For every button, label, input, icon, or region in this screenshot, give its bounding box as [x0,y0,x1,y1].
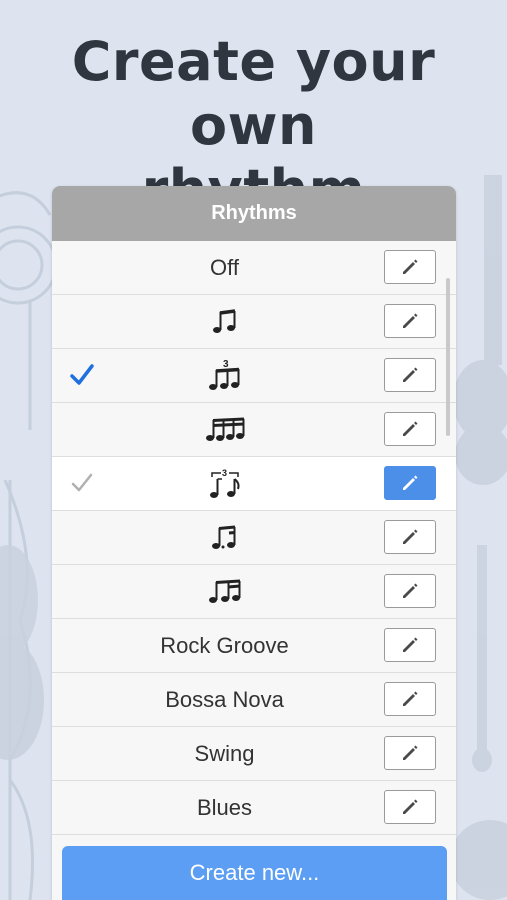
edit-button[interactable] [384,574,436,608]
edit-button[interactable] [384,412,436,446]
rhythm-row-triplet[interactable]: 3 [52,349,456,403]
pencil-icon [403,745,418,760]
rhythm-row-dotted[interactable] [52,511,456,565]
edit-button[interactable] [384,250,436,284]
rhythm-row-rock-groove[interactable]: Rock Groove [52,619,456,673]
rhythm-row-swing-triplet[interactable]: 3 [52,457,456,511]
svg-text:3: 3 [222,468,227,478]
sixteenths-icon [205,417,244,441]
pencil-icon [403,475,418,490]
edit-button[interactable] [384,736,436,770]
rhythm-row-off[interactable]: Off [52,241,456,295]
eighth-two-sixteenths-icon [208,579,240,603]
rhythm-row-swing[interactable]: Swing [52,727,456,781]
edit-button-active[interactable] [384,466,436,500]
edit-button[interactable] [384,358,436,392]
triplet-number: 3 [223,359,229,370]
swing-triplet-icon: 3 [209,468,240,498]
headline-line-1: Create your own [71,30,436,157]
eighth-pair-icon [212,308,235,333]
pencil-icon [403,259,418,274]
pencil-icon [403,421,418,436]
rhythm-row-sixteenths[interactable] [52,403,456,457]
dotted-eighth-sixteenth-icon [211,525,235,549]
rhythm-label: Rock Groove [160,632,289,658]
rhythm-label: Swing [194,740,255,766]
rhythm-label: Off [210,254,239,280]
edit-button[interactable] [384,682,436,716]
rhythm-row-eighth-pair[interactable] [52,295,456,349]
create-new-button[interactable]: Create new... [62,846,447,900]
edit-button[interactable] [384,628,436,662]
panel-title: Rhythms [52,186,456,241]
pencil-icon [403,691,418,706]
edit-button[interactable] [384,790,436,824]
pencil-icon [403,367,418,382]
rhythms-panel: Rhythms Off 3 3 Rock Groove Bossa Nova S… [52,186,456,900]
edit-button[interactable] [384,304,436,338]
pencil-icon [403,637,418,652]
rhythm-row-blues[interactable]: Blues [52,781,456,835]
rhythm-label: Bossa Nova [165,686,284,712]
edit-button[interactable] [384,520,436,554]
rhythm-label: Blues [196,794,253,820]
list-scrollbar[interactable] [446,278,450,436]
triplet-eighths-icon: 3 [208,359,239,390]
pencil-icon [403,799,418,814]
rhythm-row-eighth-sixteenths[interactable] [52,565,456,619]
pencil-icon [403,583,418,598]
pencil-icon [403,313,418,328]
pencil-icon [403,529,418,544]
rhythm-row-bossa-nova[interactable]: Bossa Nova [52,673,456,727]
